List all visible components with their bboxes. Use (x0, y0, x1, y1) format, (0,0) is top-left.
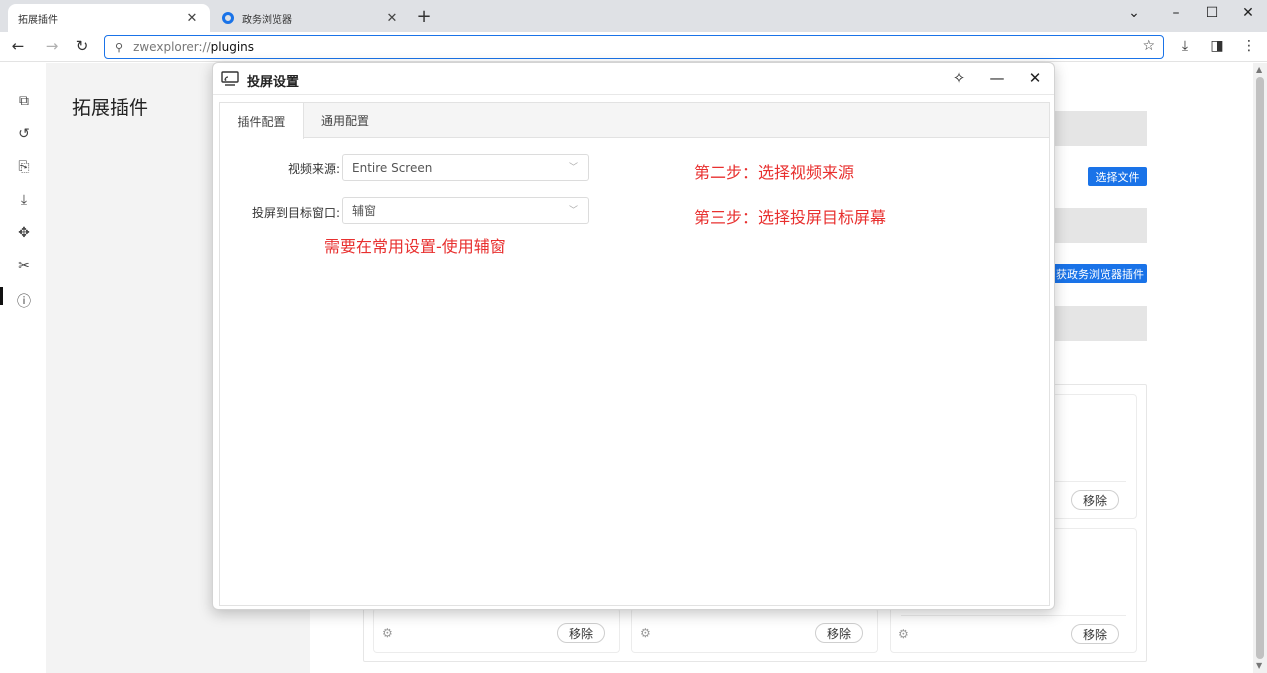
bookmark-icon: ⎘ (18, 159, 30, 175)
dialog-header: 投屏设置 ✧ — ✕ (213, 63, 1054, 95)
dialog-title: 投屏设置 (247, 75, 300, 90)
gear-icon[interactable]: ⚙ (898, 627, 909, 641)
dialog-minimize-button[interactable]: — (987, 69, 1007, 87)
sidebar-item-settings[interactable]: ⧉ (14, 93, 34, 109)
tab-title: 政务浏览器 (242, 14, 292, 26)
annotation-step2: 第二步：选择视频来源 (694, 163, 855, 182)
sidebar-item-extensions[interactable]: ✥ (14, 225, 34, 241)
content-block (1050, 306, 1147, 341)
annotation-note: 需要在常用设置-使用辅窗 (324, 237, 506, 256)
back-button[interactable]: ← (8, 37, 28, 55)
new-tab-button[interactable]: + (414, 6, 434, 27)
content-block (1050, 111, 1147, 146)
select-value: Entire Screen (352, 160, 433, 175)
window-close-button[interactable]: ✕ (1238, 5, 1258, 21)
video-source-label: 视频来源: (287, 162, 340, 176)
scroll-down-arrow[interactable]: ▼ (1256, 661, 1262, 670)
remove-button[interactable]: 移除 (557, 623, 605, 643)
dialog-close-button[interactable]: ✕ (1025, 69, 1045, 87)
plugin-card: ⚙ 移除 (631, 608, 878, 653)
remove-button[interactable]: 移除 (1071, 624, 1119, 644)
tab-plugin-config[interactable]: 插件配置 (220, 103, 304, 139)
maximize-button[interactable]: ☐ (1202, 5, 1222, 21)
tools-icon: ✂ (18, 258, 30, 274)
browser-toolbar: ← → ↻ ⚲ zwexplorer:// plugins ☆ ⤓ ◨ ⋮ (0, 32, 1267, 62)
page-title: 拓展插件 (72, 97, 149, 119)
cast-icon (221, 71, 239, 86)
bookmark-star-icon[interactable]: ☆ (1142, 38, 1155, 54)
cast-target-select[interactable]: 辅窗 ﹀ (342, 197, 589, 224)
close-icon[interactable]: ✕ (384, 11, 400, 26)
address-bar[interactable]: ⚲ zwexplorer:// plugins ☆ (104, 35, 1164, 59)
page-scrollbar[interactable]: ▲ ▼ (1253, 63, 1267, 673)
cast-target-label: 投屏到目标窗口: (251, 206, 340, 220)
scroll-thumb[interactable] (1256, 77, 1264, 659)
annotation-step3: 第三步：选择投屏目标屏幕 (694, 208, 887, 227)
info-icon: ⓘ (17, 294, 31, 310)
window-gear-icon: ⧉ (19, 93, 29, 109)
download-icon[interactable]: ⤓ (1176, 38, 1194, 54)
tab-title: 拓展插件 (18, 14, 58, 26)
content-block (1050, 208, 1147, 243)
forward-button[interactable]: → (42, 37, 62, 55)
gear-icon[interactable]: ⚙ (382, 626, 393, 640)
download-icon: ⤓ (20, 192, 28, 208)
remove-button[interactable]: 移除 (815, 623, 863, 643)
dialog-body: 插件配置 通用配置 视频来源: Entire Screen ﹀ 投屏到目标窗口:… (219, 102, 1050, 606)
screen-cast-settings-dialog: 投屏设置 ✧ — ✕ 插件配置 通用配置 视频来源: Entire Screen… (212, 62, 1055, 610)
card-divider (901, 615, 1126, 616)
sidebar-item-downloads[interactable]: ⤓ (14, 192, 34, 208)
browser-logo-icon (222, 12, 234, 24)
more-menu-icon[interactable]: ⋮ (1240, 38, 1258, 54)
pin-icon[interactable]: ✧ (949, 69, 969, 87)
tab-strip: 拓展插件 ✕ 政务浏览器 ✕ + ⌄ – ☐ ✕ (0, 0, 1267, 32)
sidebar-item-history[interactable]: ↺ (14, 126, 34, 142)
dialog-tabbar: 插件配置 通用配置 (220, 103, 1049, 139)
tab-extensions[interactable]: 拓展插件 ✕ (8, 4, 210, 32)
tab-gov-browser[interactable]: 政务浏览器 ✕ (212, 4, 410, 32)
minimize-button[interactable]: – (1166, 5, 1186, 21)
chevron-down-icon: ﹀ (568, 206, 578, 216)
scroll-up-arrow[interactable]: ▲ (1256, 65, 1262, 74)
choose-file-button[interactable]: 选择文件 (1088, 167, 1147, 186)
sidebar-item-about[interactable]: ⓘ (14, 291, 34, 311)
sidebar-item-bookmarks[interactable]: ⎘ (14, 159, 34, 175)
puzzle-icon: ✥ (18, 225, 30, 241)
remove-button[interactable]: 移除 (1071, 490, 1119, 510)
tab-general-config[interactable]: 通用配置 (304, 103, 386, 138)
select-value: 辅窗 (352, 204, 377, 218)
sidebar-item-tools[interactable]: ✂ (14, 258, 34, 274)
reload-button[interactable]: ↻ (72, 37, 92, 55)
active-indicator (0, 287, 3, 305)
history-icon: ↺ (18, 126, 30, 142)
search-icon: ⚲ (115, 40, 124, 54)
gear-icon[interactable]: ⚙ (640, 626, 651, 640)
sidebar-rail: ⧉ ↺ ⎘ ⤓ ✥ ✂ ⓘ (0, 63, 46, 673)
get-plugins-button[interactable]: 获政务浏览器插件 (1050, 264, 1147, 283)
chevron-down-icon: ﹀ (568, 163, 578, 173)
url-path: plugins (210, 40, 255, 54)
url-scheme: zwexplorer:// (133, 40, 211, 54)
video-source-select[interactable]: Entire Screen ﹀ (342, 154, 589, 181)
close-icon[interactable]: ✕ (184, 11, 200, 26)
plugin-card: ⚙ 移除 (373, 608, 620, 653)
side-panel-icon[interactable]: ◨ (1208, 38, 1226, 54)
tab-search-icon[interactable]: ⌄ (1124, 5, 1144, 21)
